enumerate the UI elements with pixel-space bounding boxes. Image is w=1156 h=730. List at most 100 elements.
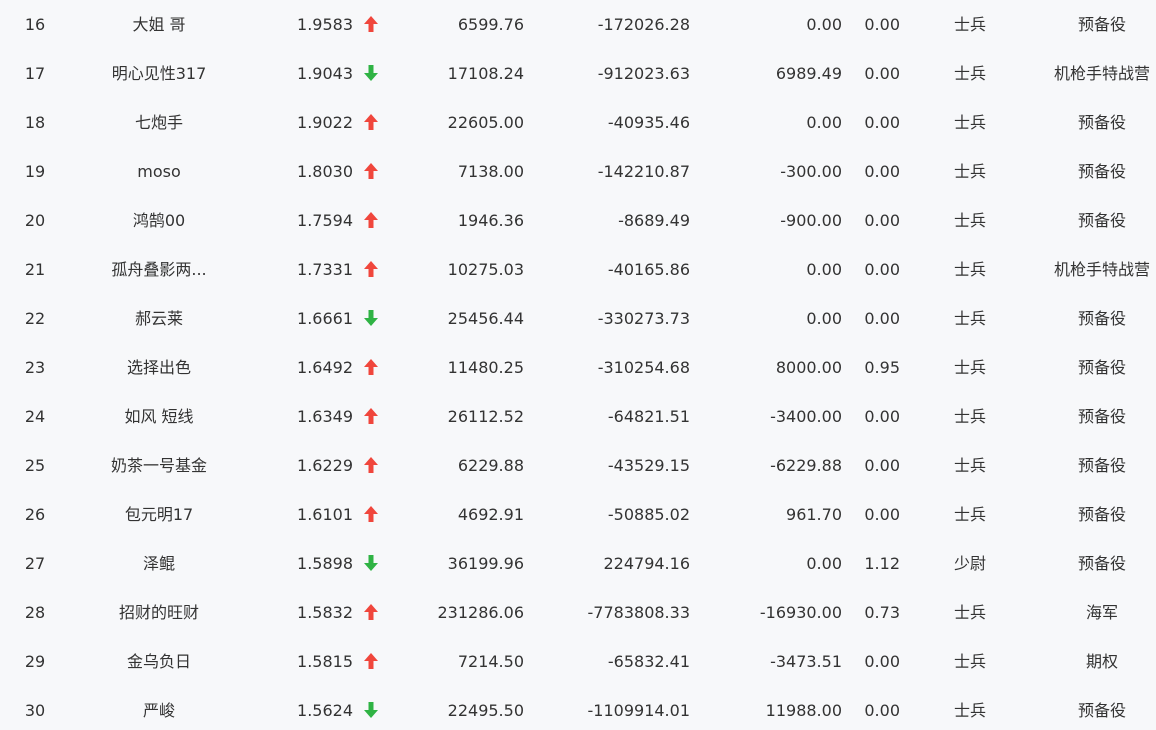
- military-rank: 士兵: [953, 15, 986, 34]
- team-name: 预备役: [1077, 456, 1126, 475]
- value-1: 36199.96: [447, 554, 524, 573]
- trader-name: 严峻: [142, 701, 175, 720]
- table-row[interactable]: 21 孤舟叠影两... 1.7331 10275.03 -40165.86 0.00 0.0…: [0, 245, 1156, 294]
- rank-cell: 21: [24, 260, 46, 279]
- value-3: 961.70: [786, 505, 842, 524]
- value-2: -64821.51: [607, 407, 690, 426]
- team-name: 预备役: [1077, 554, 1126, 573]
- rank-cell: 19: [24, 162, 46, 181]
- trader-name: moso: [137, 162, 181, 181]
- score-value: 1.5832: [297, 603, 353, 622]
- rank-cell: 24: [24, 407, 46, 426]
- table-row[interactable]: 17 明心见性317 1.9043 17108.24 -912023.63 6989.49…: [0, 49, 1156, 98]
- military-rank: 少尉: [953, 554, 986, 573]
- trader-name: 七炮手: [134, 113, 183, 132]
- table-row[interactable]: 19 moso 1.8030 7138.00 -142210.87 -300.00 0.00…: [0, 147, 1156, 196]
- military-rank: 士兵: [953, 358, 986, 377]
- rank-cell: 20: [24, 211, 46, 230]
- rank-cell: 25: [24, 456, 46, 475]
- military-rank: 士兵: [953, 456, 986, 475]
- value-2: 224794.16: [603, 554, 690, 573]
- value-1: 17108.24: [447, 64, 524, 83]
- trader-name: 明心见性317: [111, 64, 207, 83]
- rank-cell: 18: [24, 113, 46, 132]
- table-row[interactable]: 25 奶茶一号基金 1.6229 6229.88 -43529.15 -6229.88 0.…: [0, 441, 1156, 490]
- trader-name: 金乌负日: [126, 652, 191, 671]
- arrow-up-icon: [360, 0, 382, 49]
- arrow-up-icon: [360, 637, 382, 686]
- trader-name: 泽鲲: [142, 554, 175, 573]
- value-4: 0.00: [864, 309, 900, 328]
- score-value: 1.5624: [297, 701, 353, 720]
- score-value: 1.6661: [297, 309, 353, 328]
- value-1: 11480.25: [447, 358, 524, 377]
- arrow-down-icon: [360, 49, 382, 98]
- arrow-up-icon: [360, 147, 382, 196]
- value-2: -8689.49: [618, 211, 690, 230]
- rank-cell: 29: [24, 652, 46, 671]
- value-4: 0.00: [864, 505, 900, 524]
- arrow-down-icon: [360, 294, 382, 343]
- arrow-up-icon: [360, 392, 382, 441]
- value-4: 0.00: [864, 211, 900, 230]
- value-3: 0.00: [806, 15, 842, 34]
- rank-cell: 26: [24, 505, 46, 524]
- trader-name: 大姐 哥: [132, 15, 186, 34]
- value-1: 6229.88: [457, 456, 524, 475]
- table-row[interactable]: 30 严峻 1.5624 22495.50 -1109914.01 11988.00 0.0…: [0, 686, 1156, 730]
- value-3: 0.00: [806, 113, 842, 132]
- table-row[interactable]: 23 选择出色 1.6492 11480.25 -310254.68 8000.00 0.9…: [0, 343, 1156, 392]
- team-name: 预备役: [1077, 113, 1126, 132]
- score-value: 1.6229: [297, 456, 353, 475]
- value-4: 0.95: [864, 358, 900, 377]
- value-3: 11988.00: [765, 701, 842, 720]
- value-2: -40165.86: [607, 260, 690, 279]
- value-1: 22495.50: [447, 701, 524, 720]
- table-row[interactable]: 24 如风 短线 1.6349 26112.52 -64821.51 -3400.00 0.…: [0, 392, 1156, 441]
- value-2: -43529.15: [607, 456, 690, 475]
- rank-cell: 16: [24, 15, 46, 34]
- table-row[interactable]: 29 金乌负日 1.5815 7214.50 -65832.41 -3473.51 0.00…: [0, 637, 1156, 686]
- arrow-up-icon: [360, 441, 382, 490]
- rank-cell: 23: [24, 358, 46, 377]
- value-4: 0.00: [864, 652, 900, 671]
- value-2: -330273.73: [597, 309, 690, 328]
- value-4: 0.00: [864, 113, 900, 132]
- value-4: 0.00: [864, 162, 900, 181]
- trader-name: 选择出色: [126, 358, 191, 377]
- value-2: -65832.41: [607, 652, 690, 671]
- military-rank: 士兵: [953, 407, 986, 426]
- arrow-up-icon: [360, 490, 382, 539]
- arrow-up-icon: [360, 343, 382, 392]
- team-name: 预备役: [1077, 15, 1126, 34]
- table-row[interactable]: 16 大姐 哥 1.9583 6599.76 -172026.28 0.00 0.00 士兵 预…: [0, 0, 1156, 49]
- team-name: 预备役: [1077, 162, 1126, 181]
- table-row[interactable]: 20 鸿鹄00 1.7594 1946.36 -8689.49 -900.00 0.00 士兵…: [0, 196, 1156, 245]
- table-row[interactable]: 27 泽鲲 1.5898 36199.96 224794.16 0.00 1.12 少尉 预备役: [0, 539, 1156, 588]
- table-row[interactable]: 18 七炮手 1.9022 22605.00 -40935.46 0.00 0.00 士兵 预备…: [0, 98, 1156, 147]
- value-3: -3473.51: [770, 652, 842, 671]
- trader-name: 奶茶一号基金: [110, 456, 207, 475]
- value-1: 6599.76: [457, 15, 524, 34]
- value-1: 26112.52: [447, 407, 524, 426]
- value-4: 1.12: [864, 554, 900, 573]
- table-row[interactable]: 28 招财的旺财 1.5832 231286.06 -7783808.33 -16930.…: [0, 588, 1156, 637]
- value-4: 0.00: [864, 407, 900, 426]
- value-2: -1109914.01: [587, 701, 690, 720]
- value-3: -6229.88: [770, 456, 842, 475]
- value-1: 231286.06: [437, 603, 524, 622]
- value-1: 7214.50: [457, 652, 524, 671]
- military-rank: 士兵: [953, 64, 986, 83]
- score-value: 1.7594: [297, 211, 353, 230]
- team-name: 预备役: [1077, 407, 1126, 426]
- arrow-down-icon: [360, 686, 382, 730]
- trader-name: 孤舟叠影两...: [111, 260, 207, 279]
- score-value: 1.5815: [297, 652, 353, 671]
- table-row[interactable]: 22 郝云莱 1.6661 25456.44 -330273.73 0.00 0.00 士兵 预…: [0, 294, 1156, 343]
- score-value: 1.5898: [297, 554, 353, 573]
- team-name: 机枪手特战营: [1053, 64, 1150, 83]
- table-row[interactable]: 26 包元明17 1.6101 4692.91 -50885.02 961.70 0.00 士…: [0, 490, 1156, 539]
- value-3: 0.00: [806, 260, 842, 279]
- value-4: 0.00: [864, 701, 900, 720]
- value-3: 8000.00: [775, 358, 842, 377]
